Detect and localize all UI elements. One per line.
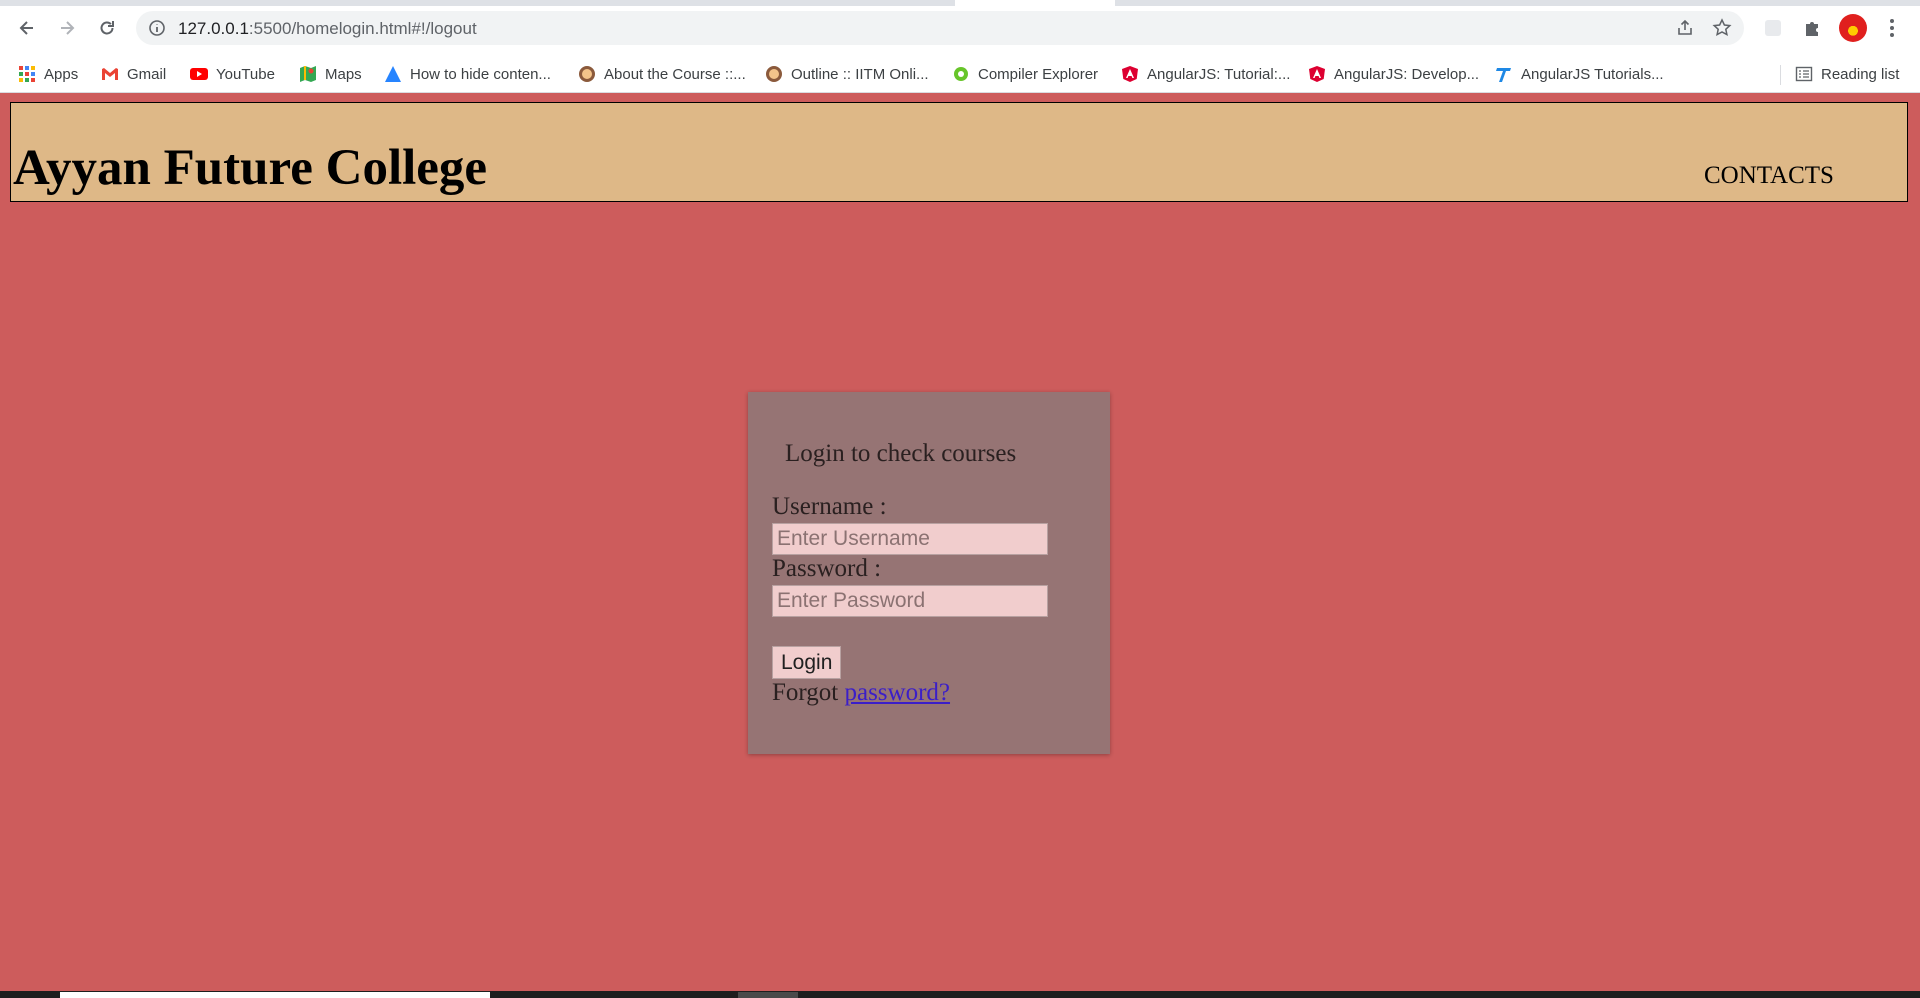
login-heading: Login to check courses <box>785 440 1017 467</box>
bookmarks-bar: Apps Gmail YouTube Maps How to hide cont… <box>0 56 1920 92</box>
site-title: Ayyan Future College <box>13 140 488 196</box>
login-card: Login to check courses Username : Passwo… <box>748 392 1110 754</box>
reading-list-label: Reading list <box>1821 65 1900 83</box>
browser-chrome: 127.0.0.1:5500/homelogin.html#!/logout A… <box>0 0 1920 93</box>
bookmark-label: Apps <box>44 65 79 83</box>
angular-icon <box>1309 66 1325 82</box>
forward-button[interactable] <box>51 12 83 44</box>
forgot-password-link[interactable]: password? <box>844 679 950 706</box>
bookmark-how-to-hide[interactable]: How to hide conten... <box>384 56 551 92</box>
bookmarks-divider <box>1780 65 1781 85</box>
password-input[interactable] <box>772 585 1048 617</box>
reload-icon <box>100 21 114 35</box>
back-button[interactable] <box>11 12 43 44</box>
bookmark-apps[interactable]: Apps <box>18 56 78 92</box>
bookmark-label: Outline :: IITM Onli... <box>791 65 929 83</box>
active-tab[interactable] <box>955 0 1115 6</box>
password-label: Password : <box>772 555 882 582</box>
bookmark-label: Compiler Explorer <box>978 65 1099 83</box>
tutorials-icon <box>1496 68 1511 82</box>
forgot-password-line: Forgot password? <box>772 679 950 707</box>
site-info-icon[interactable] <box>148 19 166 37</box>
url-text[interactable]: 127.0.0.1:5500/homelogin.html#!/logout <box>178 19 477 39</box>
bookmark-angular-tutorials[interactable]: AngularJS Tutorials... <box>1495 56 1664 92</box>
reading-list-icon <box>1795 66 1813 82</box>
bookmark-label: Maps <box>325 65 362 83</box>
username-input[interactable] <box>772 523 1048 555</box>
bookmark-gmail[interactable]: Gmail <box>101 56 166 92</box>
taskbar-item[interactable] <box>738 992 798 998</box>
gmail-icon <box>102 68 118 80</box>
tab-strip <box>0 0 1920 6</box>
forward-arrow-icon <box>61 21 75 35</box>
youtube-icon <box>190 68 208 80</box>
course-icon <box>579 66 595 82</box>
bookmark-label: About the Course ::... <box>604 65 746 83</box>
bookmark-about-course[interactable]: About the Course ::... <box>578 56 746 92</box>
course-icon <box>766 66 782 82</box>
maps-icon <box>300 66 316 82</box>
url-path: :5500/homelogin.html#!/logout <box>248 19 477 38</box>
login-button[interactable]: Login <box>772 646 842 679</box>
taskbar-item[interactable] <box>60 992 490 998</box>
extension-icon[interactable] <box>1759 14 1787 42</box>
bookmark-label: AngularJS: Develop... <box>1334 65 1480 83</box>
bookmark-compiler-explorer[interactable]: Compiler Explorer <box>952 56 1098 92</box>
bookmark-label: How to hide conten... <box>410 65 551 83</box>
bookmark-outline-iitm[interactable]: Outline :: IITM Onli... <box>765 56 929 92</box>
bookmark-youtube[interactable]: YouTube <box>190 56 275 92</box>
bookmark-angular-develop[interactable]: AngularJS: Develop... <box>1308 56 1479 92</box>
profile-avatar[interactable] <box>1839 14 1867 42</box>
url-host: 127.0.0.1 <box>178 19 249 38</box>
apps-grid-icon <box>19 66 35 82</box>
contacts-link[interactable]: CONTACTS <box>1704 162 1834 190</box>
forgot-prefix: Forgot <box>772 679 839 706</box>
site-header: Ayyan Future College CONTACTS <box>10 102 1908 202</box>
share-icon[interactable] <box>1676 19 1694 37</box>
bookmark-star-icon[interactable] <box>1712 18 1732 38</box>
bookmark-label: Gmail <box>127 65 167 83</box>
address-bar[interactable]: 127.0.0.1:5500/homelogin.html#!/logout <box>136 11 1744 45</box>
bookmark-label: YouTube <box>216 65 275 83</box>
atlassian-icon <box>385 66 401 82</box>
angular-icon <box>1122 66 1138 82</box>
bookmark-angular-tutorial[interactable]: AngularJS: Tutorial:... <box>1121 56 1290 92</box>
reload-button[interactable] <box>91 12 123 44</box>
taskbar <box>0 991 1920 998</box>
back-arrow-icon <box>19 21 33 35</box>
bookmark-label: AngularJS: Tutorial:... <box>1147 65 1291 83</box>
extensions-puzzle-icon[interactable] <box>1798 14 1826 42</box>
reading-list-button[interactable]: Reading list <box>1795 56 1899 92</box>
compiler-explorer-icon <box>954 67 968 81</box>
bookmark-label: AngularJS Tutorials... <box>1521 65 1664 83</box>
bookmark-maps[interactable]: Maps <box>299 56 362 92</box>
menu-kebab-icon[interactable] <box>1878 14 1906 42</box>
username-label: Username : <box>772 493 887 520</box>
